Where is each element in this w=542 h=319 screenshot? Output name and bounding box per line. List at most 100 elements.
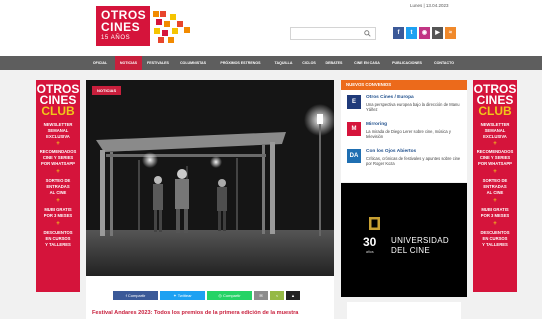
banner-plus: +: [56, 221, 60, 227]
banner-line: EXCLUSIVA: [483, 134, 507, 139]
print-button[interactable]: ▲: [286, 291, 300, 300]
list-item-title[interactable]: Con los Ojos Abiertos: [366, 149, 416, 154]
site-logo[interactable]: OTROS CINES 15 AÑOS: [96, 6, 200, 46]
banner-line: EXCLUSIVA: [46, 134, 70, 139]
share-label: Compartir: [127, 293, 146, 298]
ad-banner-universidad[interactable]: 30 años UNIVERSIDAD DEL CINE: [341, 183, 467, 297]
list-item[interactable]: E Otros Cines / Europa Una perspectiva e…: [341, 92, 467, 118]
nav-item-ciclos[interactable]: CICLOS: [299, 56, 319, 70]
banner-line: ENTRADAS: [46, 184, 70, 189]
ad-line-2: DEL CINE: [391, 246, 431, 255]
share-more-button[interactable]: <: [270, 291, 284, 300]
banner-line: DESCUENTOS: [480, 230, 510, 235]
banner-plus: +: [56, 198, 60, 204]
banner-line: SORTEO DE: [482, 178, 508, 183]
banner-line: NEWSLETTER: [43, 122, 73, 127]
instagram-icon[interactable]: ◉: [419, 27, 430, 39]
logo-text-block: OTROS CINES 15 AÑOS: [96, 6, 150, 46]
print-icon: ▲: [291, 293, 295, 298]
article-image[interactable]: NOTICIAS: [86, 80, 334, 276]
list-item-desc: Una perspectiva europea bajo la direcció…: [366, 102, 460, 112]
banner-plus: +: [56, 169, 60, 175]
film-frame-icon: [369, 217, 380, 230]
nav-item-oficial[interactable]: OFICIAL: [88, 56, 112, 70]
site-header: OTROS CINES 15 AÑOS Lunes | 13.04.2023 f…: [0, 0, 542, 56]
banner-line: MUBI GRATIS: [44, 207, 72, 212]
logo-square: [168, 37, 174, 43]
email-icon: ✉: [259, 293, 263, 298]
share-label: Twittear: [177, 293, 192, 298]
facebook-icon[interactable]: f: [393, 27, 404, 39]
list-item-title[interactable]: Mirroring: [366, 122, 387, 127]
banner-line: Y TALLERES: [482, 242, 508, 247]
banner-line: NEWSLETTER: [480, 122, 510, 127]
list-item[interactable]: M Mirroring La mirada de Diego Lerer sob…: [341, 119, 467, 145]
banner-line: POR 3 MESES: [480, 213, 510, 218]
nav-item-cine-en-casa[interactable]: CINE EN CASA: [350, 56, 384, 70]
new-sections-card: NUEVOS CONVENIOS E Otros Cines / Europa …: [341, 80, 467, 182]
banner-line: EN CURSOS: [482, 236, 508, 241]
logo-square: [184, 27, 190, 33]
banner-line: AL CINE: [49, 190, 67, 195]
banner-plus: +: [493, 198, 497, 204]
ad-banner-bottom[interactable]: [347, 302, 461, 319]
banner-line: CINE Y SERIES: [479, 155, 511, 160]
list-item-desc: La mirada de Diego Lerer sobre cine, mús…: [366, 129, 451, 139]
share-label: Compartir: [223, 293, 241, 298]
banner-plus: +: [493, 221, 497, 227]
nav-item-columnistas[interactable]: COLUMNISTAS: [176, 56, 210, 70]
rss-icon[interactable]: ≈: [445, 27, 456, 39]
new-sections-header: NUEVOS CONVENIOS: [341, 80, 467, 90]
logo-square: [153, 11, 159, 17]
banner-line: CINE Y SERIES: [42, 155, 74, 160]
club-banner-right[interactable]: OTROS CINES CLUB NEWSLETTER SEMANAL EXCL…: [473, 80, 517, 292]
search-icon[interactable]: [364, 30, 371, 37]
banner-club: CLUB: [41, 104, 75, 118]
article-headline[interactable]: Festival Andares 2023: Todos los premios…: [92, 310, 332, 316]
main-article: NOTICIAS: [86, 80, 334, 319]
logo-square: [162, 30, 168, 36]
logo-line-2: CINES: [101, 20, 141, 34]
header-date: Lunes | 13.04.2023: [410, 3, 449, 8]
twitter-share-button[interactable]: ✦ Twittear: [160, 291, 205, 300]
banner-line: POR 3 MESES: [43, 213, 73, 218]
logo-line-3: 15 AÑOS: [101, 35, 131, 41]
logo-square: [170, 14, 176, 20]
youtube-icon[interactable]: ▶: [432, 27, 443, 39]
banner-line: MUBI GRATIS: [481, 207, 509, 212]
list-item-title[interactable]: Otros Cines / Europa: [366, 95, 414, 100]
banner-club: CLUB: [478, 104, 512, 118]
ad-line-1: UNIVERSIDAD: [391, 236, 449, 245]
article-tag-badge[interactable]: NOTICIAS: [92, 86, 122, 95]
logo-square: [156, 19, 162, 25]
whatsapp-share-button[interactable]: ◎ Compartir: [207, 291, 252, 300]
banner-line: AL CINE: [486, 190, 504, 195]
search-input[interactable]: [290, 27, 376, 40]
banner-line: POR WHATSAPP: [478, 161, 512, 166]
banner-line: EN CURSOS: [45, 236, 71, 241]
nav-item-festivales[interactable]: FESTIVALES: [143, 56, 173, 70]
banner-line: ENTRADAS: [483, 184, 507, 189]
nav-item-debates[interactable]: DEBATES: [322, 56, 346, 70]
banner-line: RECOMENDADOS: [476, 149, 514, 154]
list-item[interactable]: DA Con los Ojos Abiertos Críticas, cróni…: [341, 146, 467, 172]
page: OTROS CINES 15 AÑOS Lunes | 13.04.2023 f…: [0, 0, 542, 319]
banner-plus: +: [493, 169, 497, 175]
nav-item-proximos-estrenos[interactable]: PRÓXIMOS ESTRENOS: [213, 56, 268, 70]
nav-item-taquilla[interactable]: TAQUILLA: [271, 56, 296, 70]
mirroring-icon: M: [347, 122, 361, 136]
list-item-desc: Críticas, crónicas de festivales y apunt…: [366, 156, 461, 166]
facebook-share-button[interactable]: f Compartir: [113, 291, 158, 300]
europa-icon: E: [347, 95, 361, 109]
main-nav: OFICIAL NOTICIAS FESTIVALES COLUMNISTAS …: [0, 56, 542, 70]
nav-item-noticias[interactable]: NOTICIAS: [115, 56, 142, 70]
twitter-icon[interactable]: t: [406, 27, 417, 39]
nav-item-contacto[interactable]: CONTACTO: [430, 56, 458, 70]
nav-item-publicaciones[interactable]: PUBLICACIONES: [387, 56, 427, 70]
email-share-button[interactable]: ✉: [254, 291, 268, 300]
share-icon: <: [275, 293, 279, 298]
logo-square: [164, 21, 170, 27]
banner-line: SEMANAL: [484, 128, 506, 133]
club-banner-left[interactable]: OTROS CINES CLUB NEWSLETTER SEMANAL EXCL…: [36, 80, 80, 292]
logo-square: [160, 11, 166, 17]
